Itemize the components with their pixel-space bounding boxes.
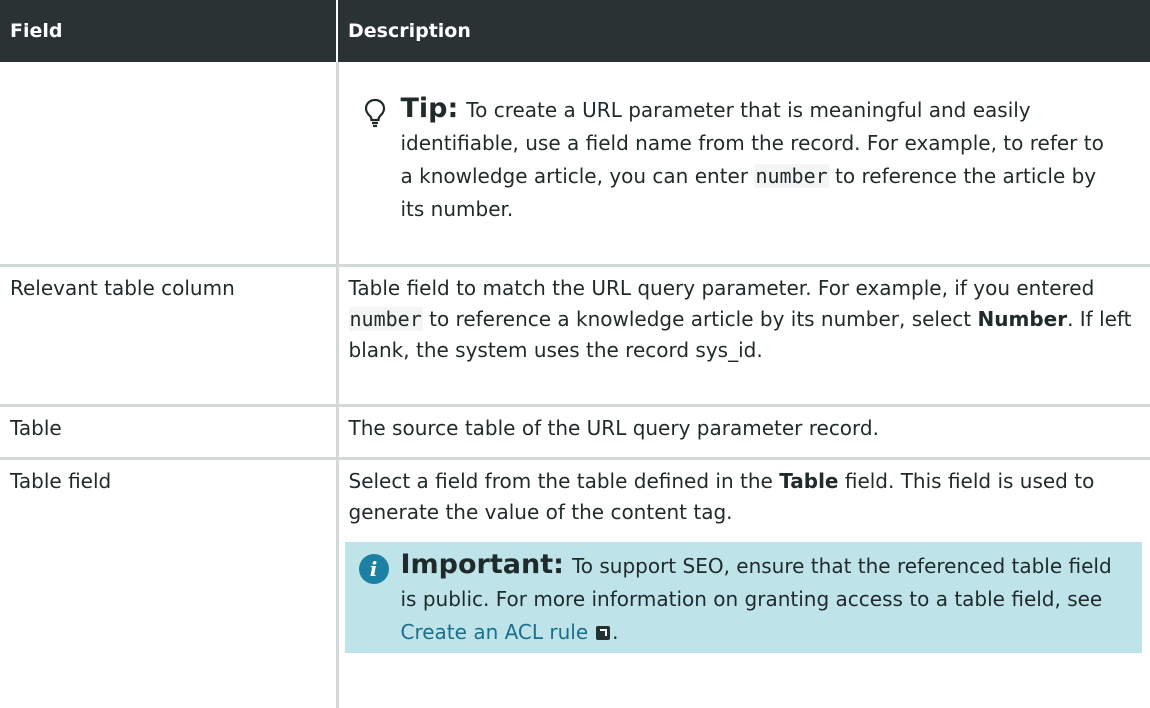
description-cell: The source table of the URL query parame… [337,403,1150,458]
external-link-icon[interactable] [596,626,611,640]
tip-note: Tip: To create a URL parameter that is me… [349,76,1143,242]
info-icon: i [358,553,389,584]
important-note: i Important: To support SEO, ensure that … [344,541,1142,653]
table-header: Field Description [0,0,1150,62]
ui-term: Number [977,306,1068,331]
description-text: to reference a knowledge article by its … [429,306,972,331]
tip-code: number [754,164,829,188]
table-row: Relevant table column Table field to mat… [0,263,1150,405]
tip-label: Tip: [400,93,459,124]
description-cell: Table field to match the URL query param… [337,263,1150,405]
field-cell-empty [0,62,339,265]
trailing-period: . [612,619,619,644]
description-text: Select a field from the table defined in… [348,468,773,493]
field-cell: Table [0,403,339,458]
description-cell: Select a field from the table defined in… [337,456,1150,708]
inline-code: number [348,306,423,331]
field-cell: Table field [0,456,339,708]
table-row: Table The source table of the URL query … [0,403,1150,458]
document-page: Field Description Tip: To create a URL pa… [0,0,1150,708]
header-field: Field [0,0,338,62]
lightbulb-icon [364,98,385,128]
description-text: Table field to match the URL query param… [348,275,1095,300]
important-label: Important: [400,548,564,580]
ui-term: Table [779,468,839,493]
fields-table: Field Description Tip: To create a URL pa… [0,0,1150,708]
create-acl-rule-link[interactable]: Create an ACL rule [401,620,589,644]
table-row: Tip: To create a URL parameter that is me… [0,62,1150,265]
description-cell: Tip: To create a URL parameter that is me… [337,62,1150,265]
header-description: Description [337,0,1150,62]
field-cell: Relevant table column [0,263,339,405]
table-row: Table field Select a field from the tabl… [0,456,1150,708]
